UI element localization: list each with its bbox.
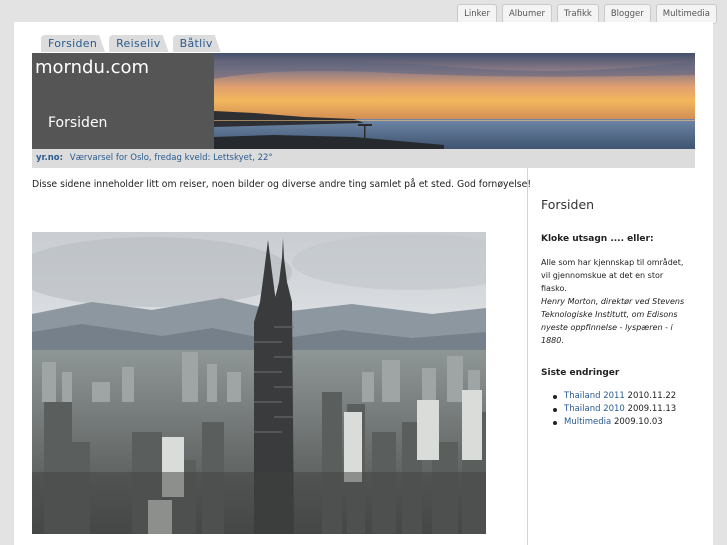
list-item: Thailand 2011 2010.11.22 xyxy=(552,390,677,403)
tab-reiseliv[interactable]: Reiseliv xyxy=(109,35,169,52)
change-date: 2009.10.03 xyxy=(613,417,663,427)
quote-heading: Kloke utsagn .... eller: xyxy=(541,234,654,244)
top-nav-albumer[interactable]: Albumer xyxy=(501,4,552,24)
quote-attribution: Henry Morton, direktør ved Stevens Tekno… xyxy=(541,297,685,345)
page-container: Forsiden Reiseliv Båtliv morndu.com Fors… xyxy=(14,22,713,545)
intro-text: Disse sidene inneholder litt om reiser, … xyxy=(32,179,532,190)
list-item: Thailand 2010 2009.11.13 xyxy=(552,403,677,416)
top-nav-linker[interactable]: Linker xyxy=(457,4,497,24)
header-title-block: morndu.com Forsiden xyxy=(32,53,214,149)
change-link-multimedia[interactable]: Multimedia xyxy=(564,417,611,427)
change-link-thailand-2010[interactable]: Thailand 2010 xyxy=(564,404,625,414)
weather-source-link[interactable]: yr.no: xyxy=(36,153,63,163)
sidebar-title: Forsiden xyxy=(541,197,595,212)
top-nav: Linker Albumer Trafikk Blogger Multimedi… xyxy=(457,4,717,24)
tab-forsiden[interactable]: Forsiden xyxy=(41,35,105,52)
site-title[interactable]: morndu.com xyxy=(35,57,149,78)
tab-batliv[interactable]: Båtliv xyxy=(173,35,221,52)
main-tabs: Forsiden Reiseliv Båtliv xyxy=(41,35,221,52)
quote-text: Alle som har kjennskap til området, vil … xyxy=(541,258,684,293)
change-link-thailand-2011[interactable]: Thailand 2011 xyxy=(564,391,625,401)
top-nav-multimedia[interactable]: Multimedia xyxy=(655,4,717,24)
recent-changes-heading: Siste endringer xyxy=(541,368,620,378)
weather-forecast-link[interactable]: Værvarsel for Oslo, fredag kveld: Lettsk… xyxy=(70,153,273,163)
kuala-lumpur-photo xyxy=(32,232,486,534)
sidebar: Forsiden Kloke utsagn .... eller: Alle s… xyxy=(527,168,714,545)
change-date: 2010.11.22 xyxy=(627,391,677,401)
top-nav-trafikk[interactable]: Trafikk xyxy=(556,4,599,24)
top-nav-blogger[interactable]: Blogger xyxy=(603,4,651,24)
change-date: 2009.11.13 xyxy=(627,404,677,414)
header-sunset-photo xyxy=(214,53,695,149)
recent-changes-list: Thailand 2011 2010.11.22 Thailand 2010 2… xyxy=(552,390,677,429)
list-item: Multimedia 2009.10.03 xyxy=(552,416,676,429)
weather-bar: yr.no: Værvarsel for Oslo, fredag kveld:… xyxy=(32,149,695,168)
header-banner: morndu.com Forsiden xyxy=(32,53,695,149)
quote-block: Alle som har kjennskap til området, vil … xyxy=(541,256,691,347)
page-heading: Forsiden xyxy=(48,115,108,131)
